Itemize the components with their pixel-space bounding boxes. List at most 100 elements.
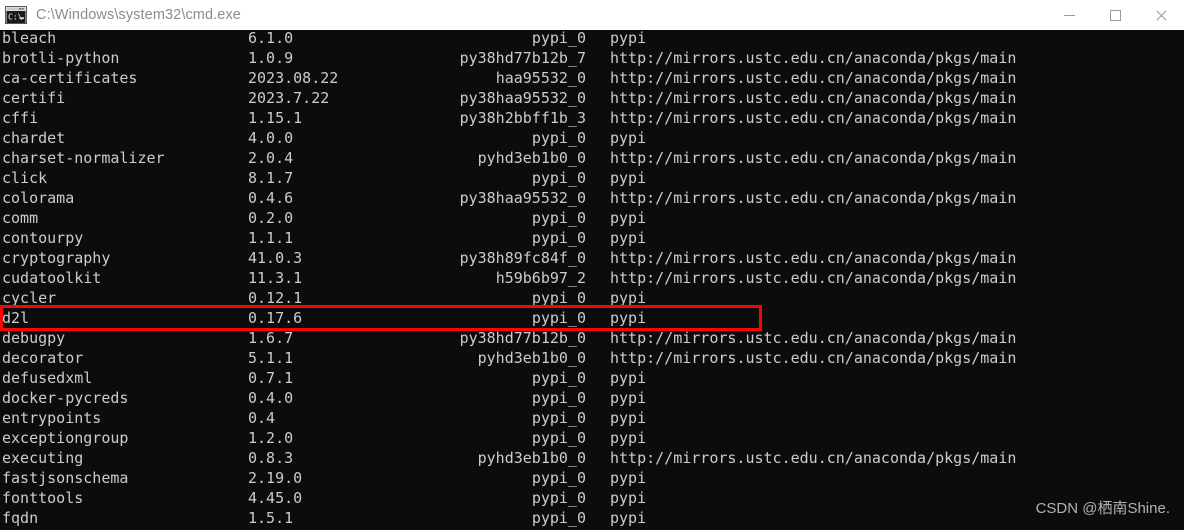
package-name: entrypoints: [2, 409, 102, 427]
package-build: py38h2bbff1b_3: [459, 109, 586, 127]
watermark-text: CSDN @栖南Shine.: [1035, 500, 1170, 517]
package-version: 5.1.1: [248, 349, 294, 367]
package-channel: http://mirrors.ustc.edu.cn/anaconda/pkgs…: [610, 349, 1017, 367]
maximize-icon: [1109, 9, 1121, 21]
close-button[interactable]: [1138, 0, 1184, 30]
package-name: certifi: [2, 89, 66, 107]
minimize-button[interactable]: [1046, 0, 1092, 30]
package-name: colorama: [2, 189, 75, 207]
package-build: pypi_0: [531, 429, 586, 447]
package-name: charset-normalizer: [2, 149, 165, 167]
package-channel: http://mirrors.ustc.edu.cn/anaconda/pkgs…: [610, 89, 1017, 107]
package-build: pyhd3eb1b0_0: [477, 149, 586, 167]
package-name: cudatoolkit: [2, 269, 102, 287]
package-build: pypi_0: [531, 469, 586, 487]
package-row: click 8.1.7 pypi_0 pypi: [0, 168, 1184, 188]
package-channel: pypi: [610, 429, 647, 447]
package-row: cycler 0.12.1 pypi_0 pypi: [0, 288, 1184, 308]
package-version: 41.0.3: [248, 249, 303, 267]
package-channel: http://mirrors.ustc.edu.cn/anaconda/pkgs…: [610, 149, 1017, 167]
package-row: defusedxml 0.7.1 pypi_0 pypi: [0, 368, 1184, 388]
package-row: cryptography 41.0.3 py38h89fc84f_0 http://m…: [0, 248, 1184, 268]
package-name: cycler: [2, 289, 57, 307]
package-name: d2l: [2, 309, 30, 327]
package-version: 2.19.0: [248, 469, 303, 487]
package-name: defusedxml: [2, 369, 93, 387]
cmd-window: C:\ C:\Windows\system32\cmd.exe bleach 6.…: [0, 0, 1184, 530]
package-build: py38haa95532_0: [459, 189, 586, 207]
package-name: docker-pycreds: [2, 389, 129, 407]
minimize-icon: [1063, 14, 1075, 16]
package-channel: http://mirrors.ustc.edu.cn/anaconda/pkgs…: [610, 329, 1017, 347]
package-version: 6.1.0: [248, 30, 294, 47]
console-output-area[interactable]: bleach 6.1.0 pypi_0 pypi brotli-python 1.0.9 p…: [0, 30, 1184, 530]
package-row: entrypoints 0.4 pypi_0 pypi: [0, 408, 1184, 428]
svg-text:C:\: C:\: [8, 13, 23, 22]
package-version: 2.0.4: [248, 149, 294, 167]
package-build: pypi_0: [531, 209, 586, 227]
package-row: cffi 1.15.1 py38h2bbff1b_3 http://mirrors.u…: [0, 108, 1184, 128]
package-version: 2023.08.22: [248, 69, 339, 87]
package-version: 1.15.1: [248, 109, 303, 127]
package-channel: http://mirrors.ustc.edu.cn/anaconda/pkgs…: [610, 249, 1017, 267]
package-build: pypi_0: [531, 289, 586, 307]
window-titlebar[interactable]: C:\ C:\Windows\system32\cmd.exe: [0, 0, 1184, 30]
package-channel: http://mirrors.ustc.edu.cn/anaconda/pkgs…: [610, 449, 1017, 467]
package-build: haa95532_0: [495, 69, 586, 87]
package-name: click: [2, 169, 48, 187]
package-version: 2023.7.22: [248, 89, 330, 107]
window-title: C:\Windows\system32\cmd.exe: [36, 7, 241, 23]
package-row: brotli-python 1.0.9 py38hd77b12b_7 http://m…: [0, 48, 1184, 68]
package-channel: pypi: [610, 389, 647, 407]
package-version: 4.45.0: [248, 489, 303, 507]
package-channel: http://mirrors.ustc.edu.cn/anaconda/pkgs…: [610, 269, 1017, 287]
package-row: debugpy 1.6.7 py38hd77b12b_0 http://mirrors…: [0, 328, 1184, 348]
package-version: 0.7.1: [248, 369, 294, 387]
package-build: py38h89fc84f_0: [459, 249, 586, 267]
package-version: 1.2.0: [248, 429, 294, 447]
package-build: pyhd3eb1b0_0: [477, 349, 586, 367]
package-channel: pypi: [610, 229, 647, 247]
package-channel: pypi: [610, 289, 647, 307]
package-version: 0.4.0: [248, 389, 294, 407]
package-build: py38hd77b12b_7: [459, 49, 586, 67]
package-build: pypi_0: [531, 369, 586, 387]
package-version: 8.1.7: [248, 169, 294, 187]
package-version: 1.0.9: [248, 49, 294, 67]
package-channel: http://mirrors.ustc.edu.cn/anaconda/pkgs…: [610, 49, 1017, 67]
package-version: 0.4: [248, 409, 276, 427]
package-row: contourpy 1.1.1 pypi_0 pypi: [0, 228, 1184, 248]
package-channel: pypi: [610, 129, 647, 147]
package-channel: pypi: [610, 509, 647, 527]
package-name: bleach: [2, 30, 57, 47]
package-row: ca-certificates 2023.08.22 haa95532_0 http:…: [0, 68, 1184, 88]
package-row: comm 0.2.0 pypi_0 pypi: [0, 208, 1184, 228]
titlebar-left-group: C:\ C:\Windows\system32\cmd.exe: [0, 6, 1046, 24]
cmd-console-icon: C:\: [5, 6, 27, 24]
close-icon: [1155, 9, 1167, 21]
maximize-button[interactable]: [1092, 0, 1138, 30]
window-controls: [1046, 0, 1184, 30]
package-channel: pypi: [610, 30, 647, 47]
package-build: pypi_0: [531, 489, 586, 507]
package-row: certifi 2023.7.22 py38haa95532_0 http://mir…: [0, 88, 1184, 108]
package-row: fastjsonschema 2.19.0 pypi_0 pypi: [0, 468, 1184, 488]
package-channel: http://mirrors.ustc.edu.cn/anaconda/pkgs…: [610, 109, 1017, 127]
package-name: fastjsonschema: [2, 469, 129, 487]
package-row: docker-pycreds 0.4.0 pypi_0 pypi: [0, 388, 1184, 408]
package-name: cffi: [2, 109, 39, 127]
package-name: debugpy: [2, 329, 66, 347]
package-name: decorator: [2, 349, 84, 367]
package-channel: http://mirrors.ustc.edu.cn/anaconda/pkgs…: [610, 189, 1017, 207]
package-channel: pypi: [610, 489, 647, 507]
package-build: pypi_0: [531, 409, 586, 427]
package-row: fonttools 4.45.0 pypi_0 pypi: [0, 488, 1184, 508]
package-version: 1.6.7: [248, 329, 294, 347]
package-version: 1.5.1: [248, 509, 294, 527]
package-row: fqdn 1.5.1 pypi_0 pypi: [0, 508, 1184, 528]
package-row: exceptiongroup 1.2.0 pypi_0 pypi: [0, 428, 1184, 448]
package-list: bleach 6.1.0 pypi_0 pypi brotli-python 1.0.9 p…: [0, 30, 1184, 528]
package-build: pyhd3eb1b0_0: [477, 449, 586, 467]
package-row: chardet 4.0.0 pypi_0 pypi: [0, 128, 1184, 148]
package-row: executing 0.8.3 pyhd3eb1b0_0 http://mirrors…: [0, 448, 1184, 468]
